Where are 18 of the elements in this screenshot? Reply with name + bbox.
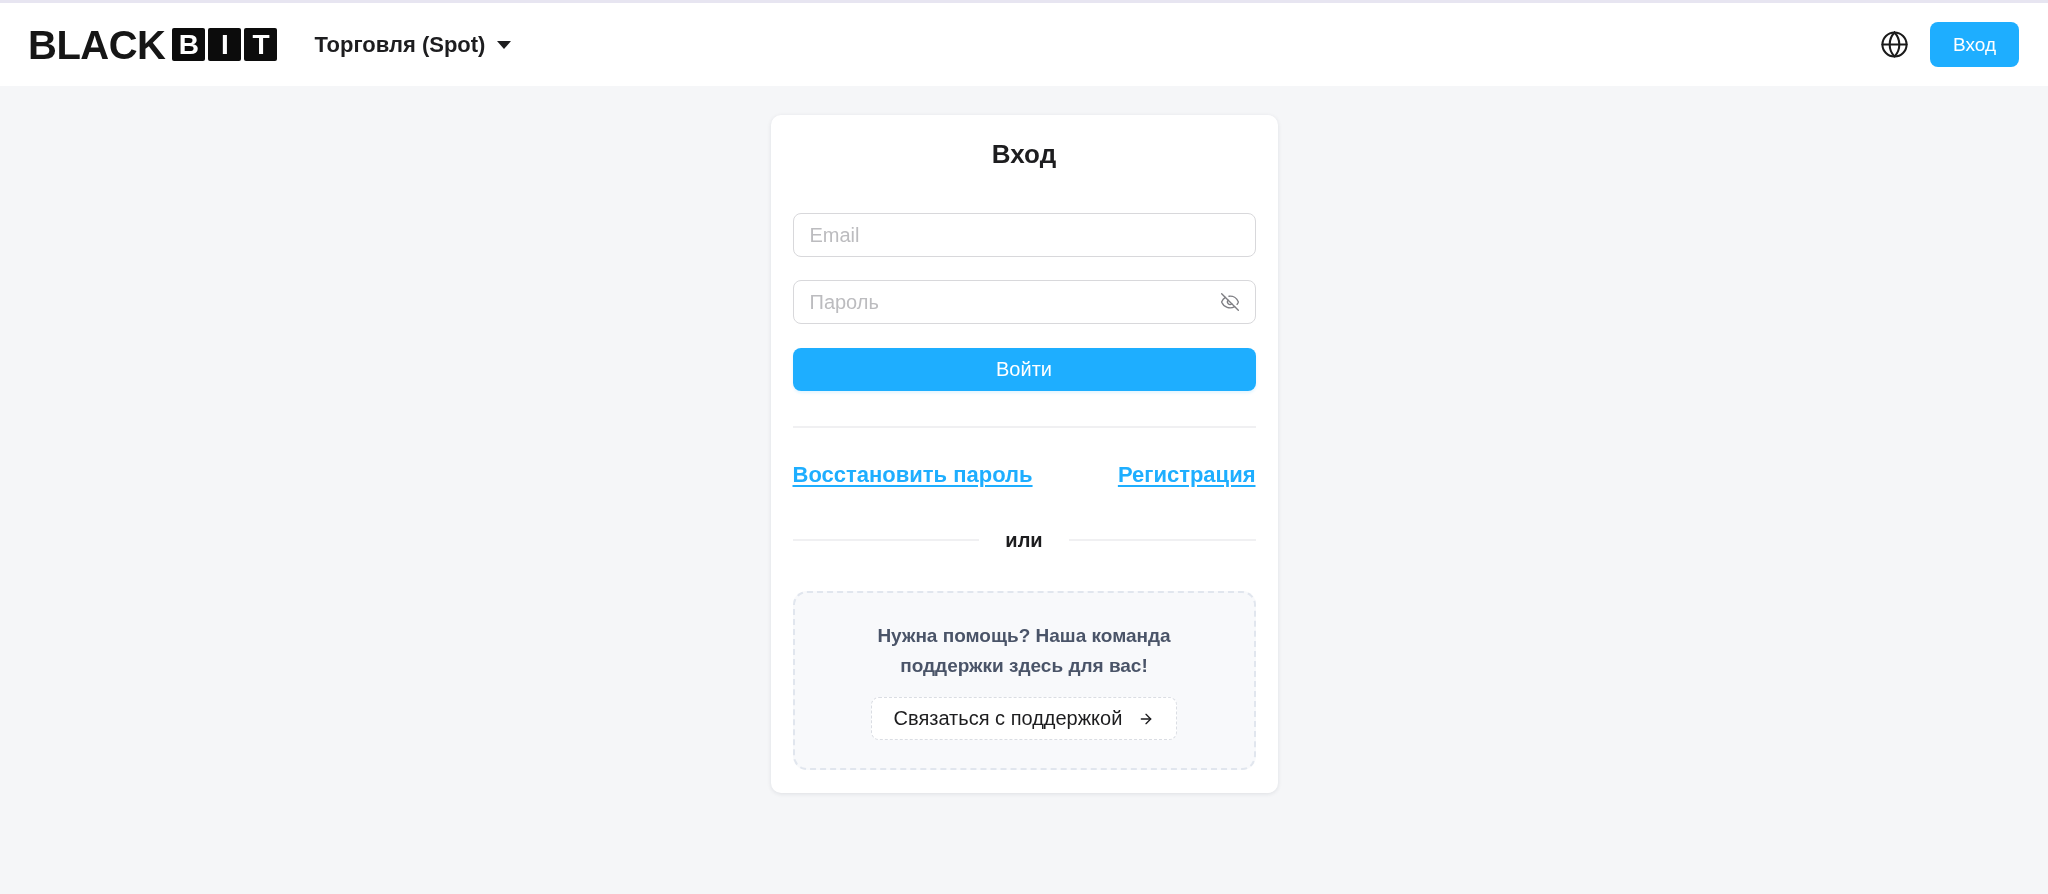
globe-icon[interactable] [1880,30,1909,59]
logo-letter-tile: I [208,28,242,61]
help-text: Нужна помощь? Наша команда поддержки здесь для вас! [876,624,1172,678]
card-title: Вход [991,139,1057,169]
logo-letter-tile: B [172,28,206,61]
logo-wordmark: BLACK [28,27,166,62]
submit-button[interactable]: Войти [792,348,1256,391]
contact-support-button[interactable]: Связаться с поддержкой [870,697,1178,740]
logo-letter-tile: T [244,28,278,61]
password-field[interactable]: Пароль [792,280,1256,324]
text-link[interactable]: Восстановить пароль [792,462,1033,488]
text-link[interactable]: Регистрация [1117,462,1256,488]
login-button[interactable]: Вход [1930,22,2019,67]
market-dropdown[interactable]: Торговля (Spot) [314,31,512,58]
separator-text: или [1005,528,1043,552]
caret-icon [497,40,512,49]
email-field[interactable]: Email [792,213,1256,257]
eye-off-icon[interactable] [1219,292,1240,312]
